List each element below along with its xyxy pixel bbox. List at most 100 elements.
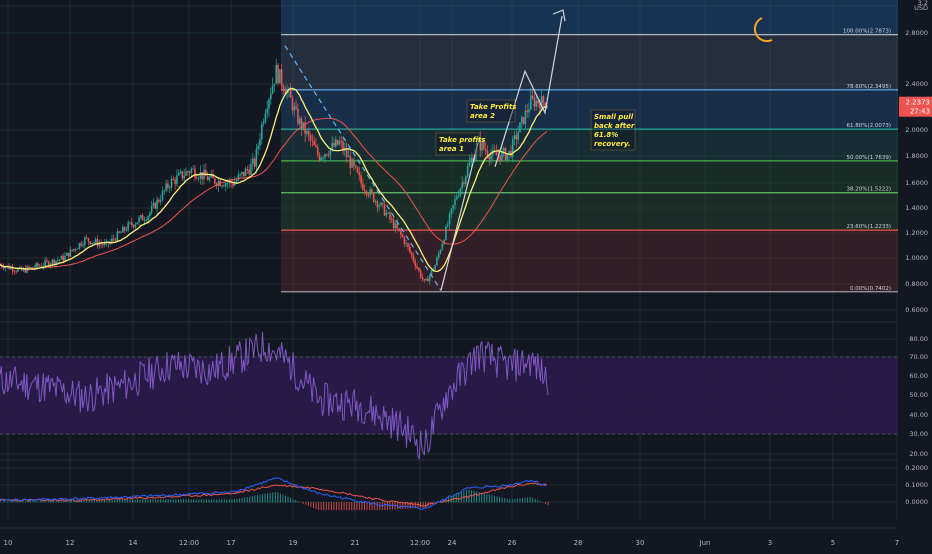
macd-histogram-bar: [272, 492, 274, 503]
candle-body: [531, 95, 534, 98]
macd-histogram-bar: [175, 499, 177, 503]
macd-histogram-bar: [47, 500, 49, 503]
macd-histogram-bar: [228, 499, 230, 503]
candle-body: [223, 185, 225, 187]
last-price-badge[interactable]: 2.237327:43: [899, 96, 932, 117]
macd-histogram-bar: [506, 498, 508, 503]
candle-body: [29, 267, 32, 268]
candle-body: [452, 205, 454, 209]
candle-body: [401, 234, 404, 238]
macd-histogram-bar: [262, 494, 264, 503]
candle-body: [221, 185, 223, 187]
candle-body: [289, 88, 292, 98]
macd-histogram-bar: [251, 496, 253, 503]
macd-histogram-bar: [534, 498, 536, 503]
macd-histogram-bar: [137, 499, 139, 503]
macd-histogram-bar: [547, 502, 549, 506]
candle-body: [239, 173, 241, 176]
fibonacci-retracement[interactable]: 100.00%(2.7873) 78.60%(2.3495) 61.80%(2.00…: [281, 0, 898, 293]
candle-body: [385, 213, 388, 216]
candle-body: [168, 187, 171, 189]
candle-body: [418, 268, 420, 271]
macd-histogram-bar: [499, 497, 501, 503]
candle-body: [118, 231, 120, 233]
candle-body: [533, 97, 536, 107]
candle-body: [470, 157, 473, 163]
candle-body: [13, 271, 16, 273]
macd-histogram-bar: [386, 502, 388, 510]
candle-body: [78, 243, 81, 249]
macd-histogram-bar: [7, 501, 9, 503]
fib-level-label: 50.00%(1.7639): [846, 155, 891, 161]
macd-histogram-bar: [333, 502, 335, 511]
macd-histogram-bar: [231, 499, 233, 503]
macd-histogram-bar: [356, 502, 358, 511]
macd-histogram-bar: [351, 502, 353, 511]
candle-body: [60, 255, 63, 260]
rsi-tick-label: 20.00: [909, 450, 928, 458]
candle-body: [248, 169, 250, 175]
candle-body: [82, 244, 84, 246]
candle-body: [176, 175, 178, 185]
candle-body: [356, 167, 359, 173]
candle-body: [372, 192, 375, 202]
macd-histogram-bar: [514, 498, 516, 503]
macd-histogram-bar: [460, 491, 462, 503]
candle-body: [291, 97, 294, 111]
fib-level-label: 78.60%(2.3495): [846, 84, 891, 90]
macd-histogram-bar: [149, 499, 151, 503]
trading-chart[interactable]: 100.00%(2.7873) 78.60%(2.3495) 61.80%(2.00…: [0, 0, 932, 550]
candle-body: [405, 243, 408, 244]
macd-histogram-bar: [458, 492, 460, 503]
candle-body: [141, 215, 144, 221]
macd-histogram-bar: [195, 499, 197, 503]
candle-body: [293, 106, 296, 111]
candle-body: [363, 189, 366, 192]
macd-histogram-bar: [2, 501, 4, 503]
candle-body: [322, 157, 324, 159]
macd-histogram-bar: [259, 494, 261, 503]
pullback-note-text: Small pull: [594, 113, 634, 121]
time-tick-label: 30: [636, 539, 645, 547]
candle-body: [410, 252, 413, 256]
candle-body: [114, 239, 117, 241]
macd-histogram-bar: [417, 502, 419, 509]
candle-body: [62, 255, 64, 261]
macd-histogram-bar: [160, 499, 162, 503]
macd-histogram-bar: [162, 499, 164, 503]
time-tick-label: 7: [895, 539, 899, 547]
fib-level-label: 0.00%(0.7402): [850, 286, 891, 292]
candle-body: [183, 175, 185, 179]
candle-body: [87, 238, 90, 242]
candle-body: [85, 237, 88, 239]
candle-body: [358, 172, 361, 176]
time-tick-label: 28: [574, 539, 583, 547]
macd-histogram-bar: [493, 495, 495, 503]
price-tick-label: 2.8000: [905, 29, 928, 37]
candle-body: [390, 219, 393, 220]
rsi-tick-label: 60.00: [909, 372, 928, 380]
macd-histogram-bar: [542, 502, 544, 503]
macd-histogram-bar: [216, 499, 218, 503]
rsi-tick-label: 30.00: [909, 430, 928, 438]
chart-canvas[interactable]: 100.00%(2.7873) 78.60%(2.3495) 61.80%(2.00…: [0, 0, 932, 550]
macd-histogram-bar: [274, 491, 276, 503]
take-profits-area-1-note-text: area 1: [439, 145, 464, 153]
price-tick-label: 1.0000: [905, 254, 928, 262]
candle-body: [93, 242, 95, 244]
macd-histogram-bar: [343, 502, 345, 511]
price-tick-label: 3.2: [918, 0, 928, 7]
macd-histogram-bar: [121, 499, 123, 503]
candle-body: [347, 156, 350, 157]
macd-histogram-bar: [366, 502, 368, 511]
macd-histogram-bar: [348, 502, 350, 511]
candle-body: [465, 176, 467, 184]
candle-body: [134, 224, 137, 227]
candle-body: [280, 69, 283, 86]
macd-histogram-bar: [185, 499, 187, 503]
candle-body: [313, 141, 315, 146]
candle-body: [64, 255, 66, 261]
candle-body: [235, 180, 238, 183]
candle-body: [353, 159, 355, 166]
take-profits-area-1-note: Take profitsarea 1: [435, 132, 486, 156]
